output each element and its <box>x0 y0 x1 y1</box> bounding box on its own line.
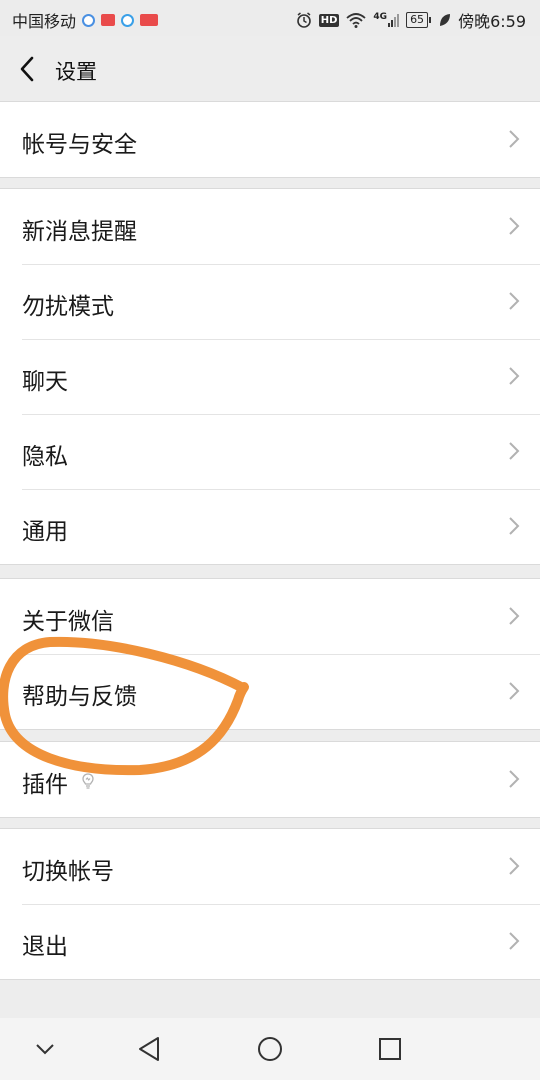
system-back-icon[interactable] <box>135 1034 165 1064</box>
chevron-right-icon <box>509 607 520 625</box>
plugin-bulb-icon <box>82 773 94 789</box>
settings-group-about: 关于微信 帮助与反馈 <box>0 578 540 730</box>
chevron-right-icon <box>509 517 520 535</box>
settings-item-label: 新消息提醒 <box>22 219 137 245</box>
settings-item-about-wechat[interactable]: 关于微信 <box>0 579 540 654</box>
hide-nav-chevron-down-icon[interactable] <box>30 1034 60 1064</box>
search-app-icon <box>121 13 135 27</box>
toutiao-app-icon <box>140 14 159 26</box>
wifi-icon <box>346 13 367 28</box>
settings-item-logout[interactable]: 退出 <box>0 904 540 979</box>
navigation-bar: 设置 <box>0 36 540 102</box>
chevron-right-icon <box>509 217 520 235</box>
chevron-right-icon <box>509 130 520 148</box>
chevron-right-icon <box>509 770 520 788</box>
news-app-icon <box>101 14 116 26</box>
settings-group-session: 切换帐号 退出 <box>0 828 540 980</box>
settings-item-label: 通用 <box>22 519 68 545</box>
status-bar: 中国移动 HD 4G 65 傍晚6:59 <box>0 0 540 36</box>
settings-item-switch-account[interactable]: 切换帐号 <box>0 829 540 904</box>
settings-item-plugins[interactable]: 插件 <box>0 742 540 817</box>
chevron-right-icon <box>509 442 520 460</box>
signal-icon: 4G <box>373 11 400 27</box>
network-type-label: 4G <box>373 11 388 22</box>
status-left: 中国移动 <box>12 8 159 32</box>
chevron-right-icon <box>509 367 520 385</box>
settings-item-label: 隐私 <box>22 444 68 470</box>
settings-item-label: 退出 <box>22 934 68 960</box>
chevron-right-icon <box>509 857 520 875</box>
settings-item-privacy[interactable]: 隐私 <box>0 414 540 489</box>
settings-item-account-security[interactable]: 帐号与安全 <box>0 102 540 177</box>
system-navigation-bar <box>0 1018 540 1080</box>
settings-group-account: 帐号与安全 <box>0 101 540 178</box>
settings-item-help-feedback[interactable]: 帮助与反馈 <box>0 654 540 729</box>
page-title: 设置 <box>55 60 97 84</box>
settings-group-plugins: 插件 <box>0 741 540 818</box>
chevron-right-icon <box>509 682 520 700</box>
alarm-icon <box>296 12 311 28</box>
back-icon[interactable] <box>14 54 44 84</box>
settings-item-general[interactable]: 通用 <box>0 489 540 564</box>
settings-item-label: 关于微信 <box>22 609 114 635</box>
status-right: HD 4G 65 傍晚6:59 <box>296 8 526 32</box>
settings-item-label: 帮助与反馈 <box>22 684 137 710</box>
browser-app-icon <box>82 13 96 27</box>
hd-badge: HD <box>318 13 340 27</box>
system-recents-icon[interactable] <box>375 1034 405 1064</box>
chevron-right-icon <box>509 292 520 310</box>
system-home-icon[interactable] <box>255 1034 285 1064</box>
settings-item-notifications[interactable]: 新消息提醒 <box>0 189 540 264</box>
settings-item-do-not-disturb[interactable]: 勿扰模式 <box>0 264 540 339</box>
battery-level: 65 <box>410 13 425 26</box>
leaf-icon <box>440 14 451 26</box>
settings-item-label: 勿扰模式 <box>22 294 114 320</box>
carrier-label: 中国移动 <box>12 12 77 31</box>
settings-item-chat[interactable]: 聊天 <box>0 339 540 414</box>
battery-icon: 65 <box>406 12 432 28</box>
settings-group-general: 新消息提醒 勿扰模式 聊天 隐私 通用 <box>0 188 540 565</box>
settings-item-label: 切换帐号 <box>22 859 114 885</box>
clock-label: 傍晚6:59 <box>458 12 526 31</box>
settings-item-label: 聊天 <box>22 369 68 395</box>
settings-item-label: 帐号与安全 <box>22 132 137 158</box>
settings-item-label: 插件 <box>22 772 68 798</box>
chevron-right-icon <box>509 932 520 950</box>
